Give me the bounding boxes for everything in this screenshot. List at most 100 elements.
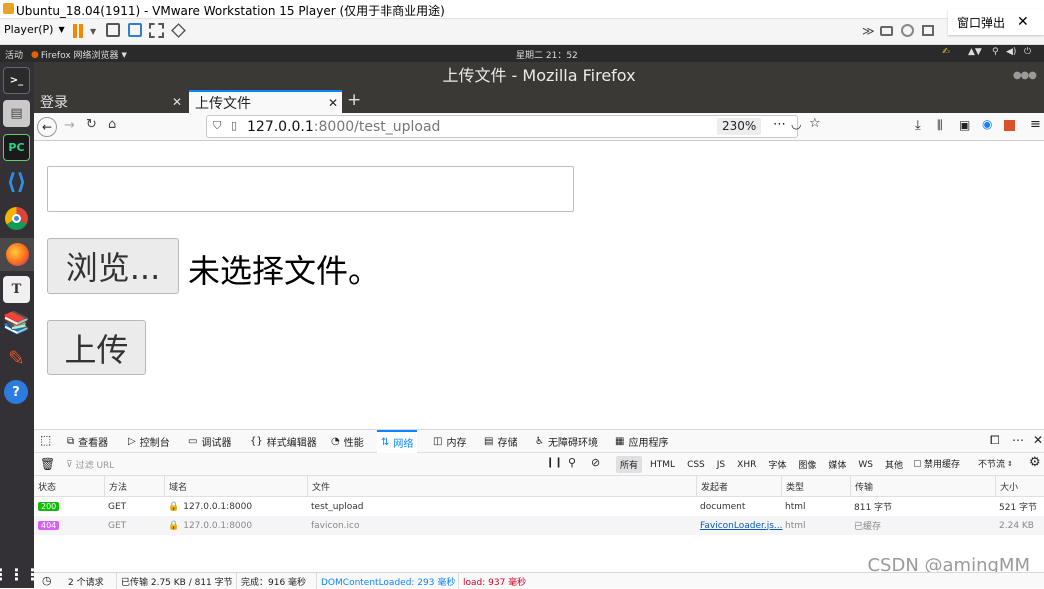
tab-performance[interactable]: ◔ 性能	[331, 430, 364, 453]
forward-icon[interactable]: ≫	[862, 24, 875, 38]
column-transferred[interactable]: 传输	[850, 476, 995, 496]
sidebar-icon[interactable]: ▣	[959, 118, 970, 132]
column-domain[interactable]: 域名	[164, 476, 307, 496]
more-options-icon[interactable]: ⋯	[1012, 433, 1024, 447]
help-icon[interactable]: ?	[4, 380, 28, 404]
table-row[interactable]: 200 GET 🔒 127.0.0.1:8000 test_upload docu…	[34, 497, 1044, 516]
block-icon[interactable]: ⊘	[591, 456, 600, 469]
close-devtools-icon[interactable]: ✕	[1033, 433, 1043, 447]
books-icon[interactable]: 📚	[3, 310, 30, 337]
tab-inspector[interactable]: ⧉ 查看器	[67, 430, 108, 453]
back-icon[interactable]: ←	[37, 117, 57, 137]
throttle-select[interactable]: 不节流 ⇕	[978, 457, 1013, 471]
url-bar[interactable]: ⛉ ▯ 127.0.0.1 :8000/test_upload 230% ⋯ ◡…	[206, 115, 821, 138]
tab-console[interactable]: ▷ 控制台	[128, 430, 170, 453]
unity-icon[interactable]	[171, 23, 186, 38]
close-icon[interactable]: ✕	[328, 96, 338, 110]
url-filter-input[interactable]: ⊽ 过滤 URL	[66, 457, 536, 472]
filter-css[interactable]: CSS	[683, 458, 709, 472]
terminal-icon[interactable]: >_	[3, 67, 30, 94]
new-tab-icon[interactable]: +	[347, 90, 361, 110]
app-menu[interactable]: ● Firefox 网络浏览器 ▼	[31, 48, 127, 62]
editor-icon[interactable]: ✎	[3, 344, 30, 371]
column-method[interactable]: 方法	[104, 476, 164, 496]
removable-devices-icon[interactable]	[128, 23, 142, 37]
filter-other[interactable]: 其他	[881, 456, 907, 473]
input-method-icon[interactable]: ✍	[942, 47, 950, 57]
filter-ws[interactable]: WS	[854, 458, 877, 472]
tab-debugger[interactable]: ▭ 调试器	[188, 430, 231, 453]
pycharm-icon[interactable]: PC	[3, 134, 30, 161]
tracking-shield-icon[interactable]: ⛉	[213, 119, 221, 133]
filter-js[interactable]: JS	[713, 458, 729, 472]
account-icon[interactable]: ◉	[982, 117, 992, 131]
menu-icon[interactable]: ≡	[1030, 117, 1041, 132]
column-initiator[interactable]: 发起者	[696, 476, 781, 496]
filter-images[interactable]: 图像	[794, 456, 820, 473]
player-menu[interactable]: Player(P) ▼	[4, 23, 65, 36]
cd-icon[interactable]	[901, 24, 914, 37]
trash-icon[interactable]: 🗑	[40, 457, 55, 471]
typora-icon[interactable]: T	[3, 276, 30, 303]
filter-xhr[interactable]: XHR	[733, 458, 760, 472]
tab-storage[interactable]: ▤ 存储	[484, 430, 517, 453]
cell-initiator-link[interactable]: FaviconLoader.js...	[696, 516, 783, 535]
reload-icon[interactable]: ↻	[86, 117, 97, 132]
dock-side-icon[interactable]: ⧠	[990, 433, 1000, 448]
forward-icon[interactable]: →	[64, 118, 75, 133]
column-status[interactable]: 状态	[34, 476, 104, 496]
language-indicator[interactable]: ▲▼	[968, 47, 982, 57]
fullscreen-icon[interactable]	[149, 23, 164, 38]
close-icon[interactable]: ✕	[1017, 14, 1029, 30]
home-icon[interactable]: ⌂	[108, 117, 116, 132]
files-icon[interactable]: ▤	[3, 100, 30, 127]
power-icon[interactable]: ⏻	[1024, 47, 1031, 57]
network-icon[interactable]	[922, 25, 934, 36]
page-actions-icon[interactable]: ⋯	[773, 117, 786, 132]
tab-application[interactable]: ▦ 应用程序	[615, 430, 668, 453]
pause-dropdown-icon[interactable]: ▼	[90, 27, 96, 36]
page-info-icon[interactable]: ▯	[231, 119, 237, 132]
search-icon[interactable]: ⚲	[568, 456, 576, 469]
activities-button[interactable]: 活动	[5, 48, 23, 61]
library-icon[interactable]: ⫼	[937, 118, 943, 133]
close-icon[interactable]: ✕	[172, 95, 182, 109]
tab-upload[interactable]: 上传文件 ✕	[189, 90, 342, 113]
upload-button[interactable]: 上传	[47, 320, 146, 375]
pocket-icon[interactable]: ◡	[791, 117, 801, 131]
firefox-dock-icon[interactable]	[0, 238, 34, 271]
tab-network[interactable]: ⇅ 网络	[377, 430, 418, 453]
send-keys-icon[interactable]	[106, 23, 120, 37]
element-picker-icon[interactable]: ⬚	[40, 433, 51, 447]
hdd-icon[interactable]	[880, 26, 893, 36]
network-status-icon[interactable]: ⚲	[992, 47, 999, 57]
window-controls-icon[interactable]: ●●●	[1013, 62, 1037, 89]
disable-cache-checkbox[interactable]: 禁用缓存	[914, 457, 960, 470]
table-row[interactable]: 404 GET 🔒 127.0.0.1:8000 favicon.ico Favi…	[34, 516, 1044, 535]
tab-accessibility[interactable]: ♿ 无障碍环境	[535, 430, 598, 453]
extension-icon[interactable]	[1004, 120, 1015, 131]
bookmark-star-icon[interactable]: ☆	[809, 116, 821, 131]
filter-all[interactable]: 所有	[616, 456, 643, 473]
column-type[interactable]: 类型	[781, 476, 850, 496]
filter-media[interactable]: 媒体	[824, 456, 850, 473]
vscode-icon[interactable]: ⟨⟩	[3, 169, 30, 196]
browse-button[interactable]: 浏览...	[47, 238, 179, 294]
column-size[interactable]: 大小	[995, 476, 1044, 496]
tab-login[interactable]: 登录 ✕	[34, 90, 186, 113]
tab-style-editor[interactable]: {} 样式编辑器	[250, 430, 317, 453]
pause-icon[interactable]: ❙❙	[546, 457, 563, 468]
chrome-icon[interactable]	[3, 205, 30, 232]
gear-icon[interactable]: ⚙	[1029, 455, 1041, 470]
text-input[interactable]	[47, 166, 574, 212]
pause-icon[interactable]	[73, 24, 77, 38]
stopwatch-icon[interactable]: ◷	[42, 574, 52, 587]
volume-icon[interactable]: ◀)	[1006, 47, 1016, 57]
filter-fonts[interactable]: 字体	[764, 456, 790, 473]
column-file[interactable]: 文件	[307, 476, 696, 496]
app-grid-icon[interactable]: ⋮⋮⋮	[0, 561, 41, 588]
downloads-icon[interactable]: ⤓	[915, 118, 921, 133]
window-popup-button[interactable]: 窗口弹出 ✕	[948, 9, 1044, 35]
filter-html[interactable]: HTML	[646, 458, 679, 472]
tab-memory[interactable]: ◫ 内存	[433, 430, 466, 453]
